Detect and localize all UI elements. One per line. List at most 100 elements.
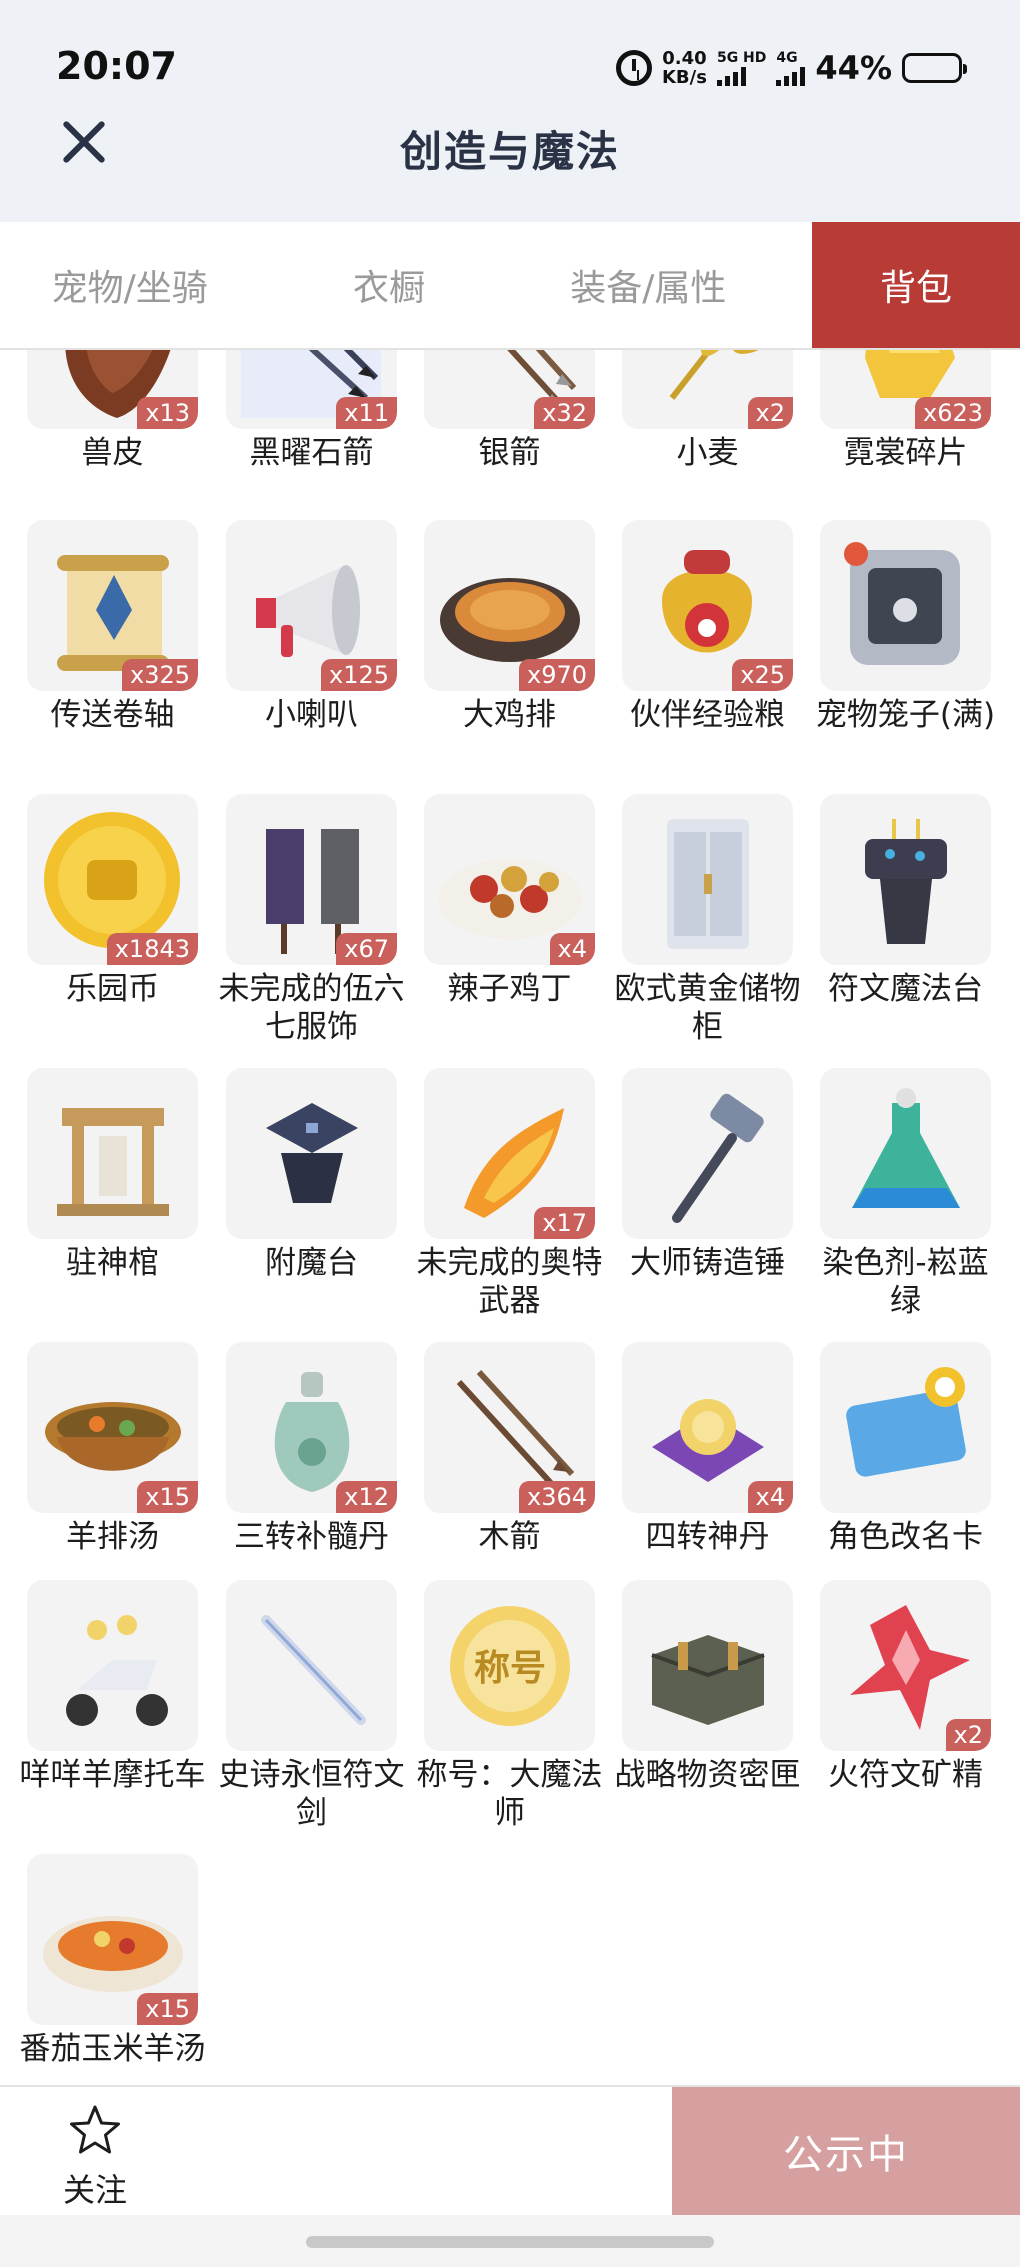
tab-backpack[interactable]: 背包	[811, 222, 1020, 348]
item-count-badge: x1843	[106, 933, 198, 965]
item-name: 驻神棺	[66, 1245, 159, 1281]
item-name: 未完成的伍六七服饰	[218, 971, 405, 1045]
enchant-table-icon	[266, 1103, 358, 1203]
tab-pets-mounts[interactable]: 宠物/坐骑	[0, 222, 259, 348]
item-thumbnail: x364	[424, 1342, 595, 1513]
title-badge-text: 称号	[474, 1648, 546, 1689]
item-thumbnail	[27, 1068, 198, 1239]
item-name: 欧式黄金储物柜	[614, 971, 801, 1045]
cabinet-icon	[667, 819, 749, 949]
item-name: 战略物资密匣	[614, 1757, 801, 1793]
item-thumbnail: x2	[622, 350, 793, 429]
battery-icon	[902, 53, 967, 83]
item-name: 黑曜石箭	[249, 435, 374, 471]
item-name: 伙伴经验粮	[630, 697, 785, 733]
rune-altar-icon	[865, 819, 947, 944]
item-count-badge: x32	[534, 397, 595, 429]
item-name: 羊排汤	[66, 1519, 159, 1555]
rename-card-icon	[846, 1367, 966, 1477]
item-name: 大鸡排	[463, 697, 556, 733]
item-thumbnail: x12	[226, 1342, 397, 1513]
item-name: 史诗永恒符文剑	[218, 1757, 405, 1831]
item-thumbnail: x32	[424, 350, 595, 429]
status-time: 20:07	[56, 44, 177, 88]
item-thumbnail	[820, 794, 991, 965]
item-count-badge: x2	[747, 397, 793, 429]
net-speed: 0.40 KB/s	[662, 49, 707, 87]
item-name: 传送卷轴	[50, 697, 175, 733]
item-name: 四转神丹	[645, 1519, 770, 1555]
top-area: 20:07 0.40 KB/s 5G HD 4G 44% 创造与魔法	[0, 0, 1020, 222]
pet-cage-icon	[844, 542, 960, 665]
item-thumbnail	[622, 794, 793, 965]
item-thumbnail: x67	[226, 794, 397, 965]
item-name: 火符文矿精	[828, 1757, 983, 1793]
item-count-badge: x13	[137, 397, 198, 429]
item-count-badge: x2	[945, 1719, 991, 1751]
status-indicators: 0.40 KB/s 5G HD 4G 44%	[615, 44, 967, 92]
item-count-badge: x11	[336, 397, 397, 429]
item-name: 木箭	[478, 1519, 541, 1555]
supply-crate-icon	[651, 1635, 765, 1725]
item-thumbnail	[622, 1068, 793, 1239]
signal-bars-icon	[716, 66, 766, 86]
item-count-badge: x970	[518, 659, 595, 691]
home-indicator[interactable]	[306, 2236, 714, 2248]
publish-status-button[interactable]: 公示中	[672, 2087, 1020, 2215]
item-count-badge: x4	[549, 933, 595, 965]
item-count-badge: x17	[534, 1207, 595, 1239]
item-name: 银箭	[478, 435, 541, 471]
star-icon	[70, 2105, 120, 2154]
item-count-badge: x623	[914, 397, 991, 429]
item-name: 符文魔法台	[828, 971, 983, 1007]
item-thumbnail: x15	[27, 1854, 198, 2025]
item-name: 乐园币	[66, 971, 159, 1007]
item-name: 称号：大魔法师	[416, 1757, 603, 1831]
item-name: 角色改名卡	[828, 1519, 983, 1555]
item-name: 小麦	[676, 435, 739, 471]
item-count-badge: x15	[137, 1993, 198, 2025]
shrine-icon	[57, 1108, 169, 1216]
dye-flask-icon	[852, 1088, 960, 1208]
item-thumbnail	[226, 1580, 397, 1751]
follow-button[interactable]: 关注	[50, 2103, 140, 2211]
signal-bars-icon	[776, 66, 806, 86]
signal-2-label: 4G	[776, 49, 798, 66]
item-thumbnail: x4	[424, 794, 595, 965]
alarm-icon	[615, 50, 652, 86]
item-thumbnail	[820, 1342, 991, 1513]
item-name: 小喇叭	[265, 697, 358, 733]
item-thumbnail: x325	[27, 520, 198, 691]
item-thumbnail: x25	[622, 520, 793, 691]
signal-4g: 4G	[776, 49, 806, 86]
item-name: 三转补髓丹	[234, 1519, 389, 1555]
item-thumbnail: x17	[424, 1068, 595, 1239]
item-count-badge: x12	[336, 1481, 397, 1513]
item-thumbnail	[27, 1580, 198, 1751]
net-speed-value: 0.40	[662, 48, 707, 69]
item-thumbnail: x15	[27, 1342, 198, 1513]
item-count-badge: x67	[336, 933, 397, 965]
scooter-icon	[66, 1615, 168, 1726]
tab-equipment[interactable]: 装备/属性	[519, 222, 778, 348]
title-badge-icon: 称号	[450, 1606, 570, 1726]
item-thumbnail: x13	[27, 350, 198, 429]
hammer-icon	[672, 1093, 764, 1223]
item-count-badge: x325	[121, 659, 198, 691]
item-count-badge: x25	[732, 659, 793, 691]
item-name: 辣子鸡丁	[447, 971, 572, 1007]
item-name: 番茄玉米羊汤	[19, 2031, 206, 2067]
page-title: 创造与魔法	[399, 127, 620, 176]
item-thumbnail: x623	[820, 350, 991, 429]
item-thumbnail: x1843	[27, 794, 198, 965]
item-thumbnail: x4	[622, 1342, 793, 1513]
item-thumbnail: x125	[226, 520, 397, 691]
item-thumbnail	[820, 520, 991, 691]
net-speed-unit: KB/s	[661, 67, 707, 88]
status-bar: 20:07 0.40 KB/s 5G HD 4G 44%	[0, 0, 1020, 120]
item-name: 宠物笼子(满)	[815, 697, 996, 733]
rune-sword-icon	[261, 1615, 366, 1725]
item-name: 附魔台	[265, 1245, 358, 1281]
item-grid[interactable]: x13 兽皮 x11 黑曜石箭 x32 银箭 x2 小麦 x623 霓裳碎片 x325 传送卷轴 x12…	[0, 350, 1020, 2085]
tab-wardrobe[interactable]: 衣橱	[259, 222, 518, 348]
